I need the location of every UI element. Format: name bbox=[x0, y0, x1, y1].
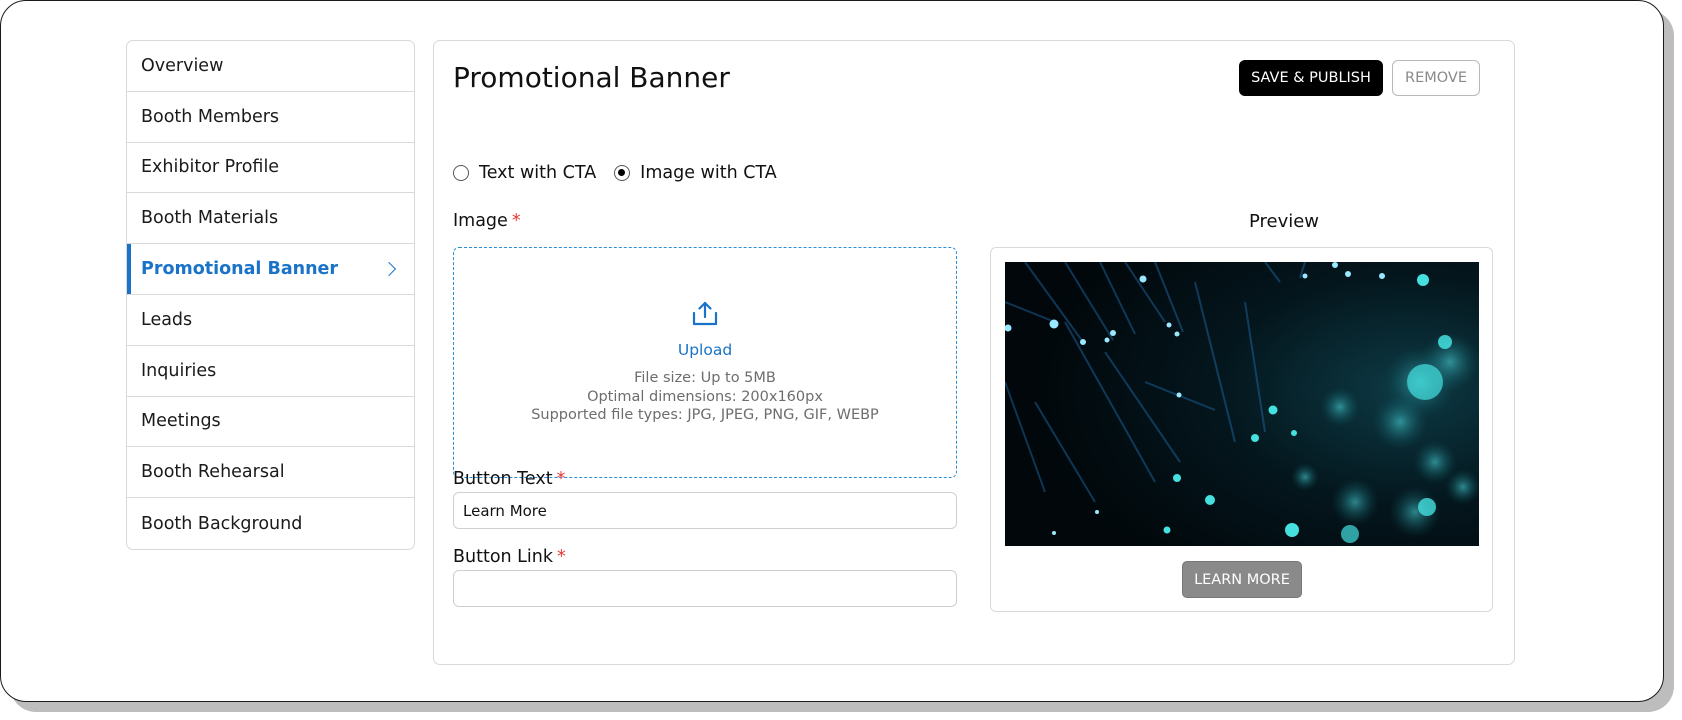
sidebar-item-label: Overview bbox=[141, 55, 224, 76]
image-label-text: Image bbox=[453, 211, 508, 231]
window-frame: Overview Booth Members Exhibitor Profile… bbox=[0, 0, 1664, 702]
sidebar-item-label: Booth Background bbox=[141, 513, 303, 534]
button-link-label: Button Link bbox=[453, 547, 554, 567]
sidebar-item-booth-rehearsal[interactable]: Booth Rehearsal bbox=[127, 447, 414, 499]
sidebar-item-label: Booth Materials bbox=[141, 208, 279, 229]
radio-label: Image with CTA bbox=[640, 163, 777, 183]
button-link-field-label: Button Link * bbox=[453, 547, 566, 567]
file-types-text: Supported file types: JPG, JPEG, PNG, GI… bbox=[531, 407, 879, 423]
button-text-label: Button Text bbox=[453, 469, 553, 489]
image-field-label: Image * bbox=[453, 211, 521, 231]
sidebar-item-label: Promotional Banner bbox=[141, 259, 339, 280]
button-link-input[interactable] bbox=[453, 570, 957, 607]
upload-label[interactable]: Upload bbox=[454, 341, 956, 359]
sidebar-item-exhibitor-profile[interactable]: Exhibitor Profile bbox=[127, 143, 414, 194]
sidebar-nav: Overview Booth Members Exhibitor Profile… bbox=[126, 40, 415, 550]
preview-learn-more-button[interactable]: LEARN MORE bbox=[1182, 561, 1302, 598]
file-size-text: File size: Up to 5MB bbox=[634, 370, 776, 386]
button-text-input[interactable] bbox=[453, 492, 957, 529]
preview-heading: Preview bbox=[1248, 211, 1320, 232]
sidebar-item-leads[interactable]: Leads bbox=[127, 295, 414, 346]
sidebar-item-booth-materials[interactable]: Booth Materials bbox=[127, 193, 414, 245]
sidebar-item-label: Exhibitor Profile bbox=[141, 157, 280, 178]
radio-option-text-cta[interactable]: Text with CTA bbox=[453, 163, 596, 183]
sidebar-item-label: Meetings bbox=[141, 411, 221, 432]
preview-banner-image bbox=[1005, 262, 1479, 546]
sidebar-item-label: Booth Rehearsal bbox=[141, 462, 285, 483]
sidebar-item-label: Booth Members bbox=[141, 106, 280, 127]
sidebar-item-label: Inquiries bbox=[141, 360, 217, 381]
radio-label: Text with CTA bbox=[479, 163, 597, 183]
chevron-right-icon bbox=[381, 262, 397, 277]
radio-button[interactable] bbox=[453, 165, 469, 181]
page-title: Promotional Banner bbox=[453, 61, 730, 94]
radio-option-image-cta[interactable]: Image with CTA bbox=[614, 163, 777, 183]
sidebar-item-inquiries[interactable]: Inquiries bbox=[127, 346, 414, 397]
sidebar-item-promotional-banner[interactable]: Promotional Banner bbox=[127, 244, 414, 295]
main-panel: Promotional Banner SAVE & PUBLISH REMOVE… bbox=[433, 40, 1515, 665]
save-publish-button[interactable]: SAVE & PUBLISH bbox=[1239, 60, 1383, 96]
banner-type-radio-group: Text with CTA Image with CTA bbox=[453, 163, 795, 183]
required-asterisk: * bbox=[511, 211, 521, 231]
required-asterisk: * bbox=[556, 469, 566, 489]
fiber-optic-image bbox=[1005, 262, 1479, 546]
sidebar-item-booth-members[interactable]: Booth Members bbox=[127, 92, 414, 143]
image-upload-dropzone[interactable]: Upload File size: Up to 5MB Optimal dime… bbox=[453, 247, 957, 478]
upload-icon bbox=[692, 301, 718, 326]
sidebar-item-label: Leads bbox=[141, 309, 193, 330]
sidebar-item-meetings[interactable]: Meetings bbox=[127, 397, 414, 448]
radio-button-checked[interactable] bbox=[614, 165, 631, 181]
sidebar-item-overview[interactable]: Overview bbox=[127, 41, 414, 92]
dimensions-text: Optimal dimensions: 200x160px bbox=[587, 388, 823, 405]
required-asterisk: * bbox=[557, 547, 566, 567]
sidebar-item-booth-background[interactable]: Booth Background bbox=[127, 498, 414, 549]
upload-requirements: File size: Up to 5MB Optimal dimensions:… bbox=[454, 369, 956, 425]
button-text-field-label: Button Text * bbox=[453, 469, 565, 489]
preview-card: LEARN MORE bbox=[990, 247, 1493, 612]
remove-button[interactable]: REMOVE bbox=[1392, 60, 1480, 96]
